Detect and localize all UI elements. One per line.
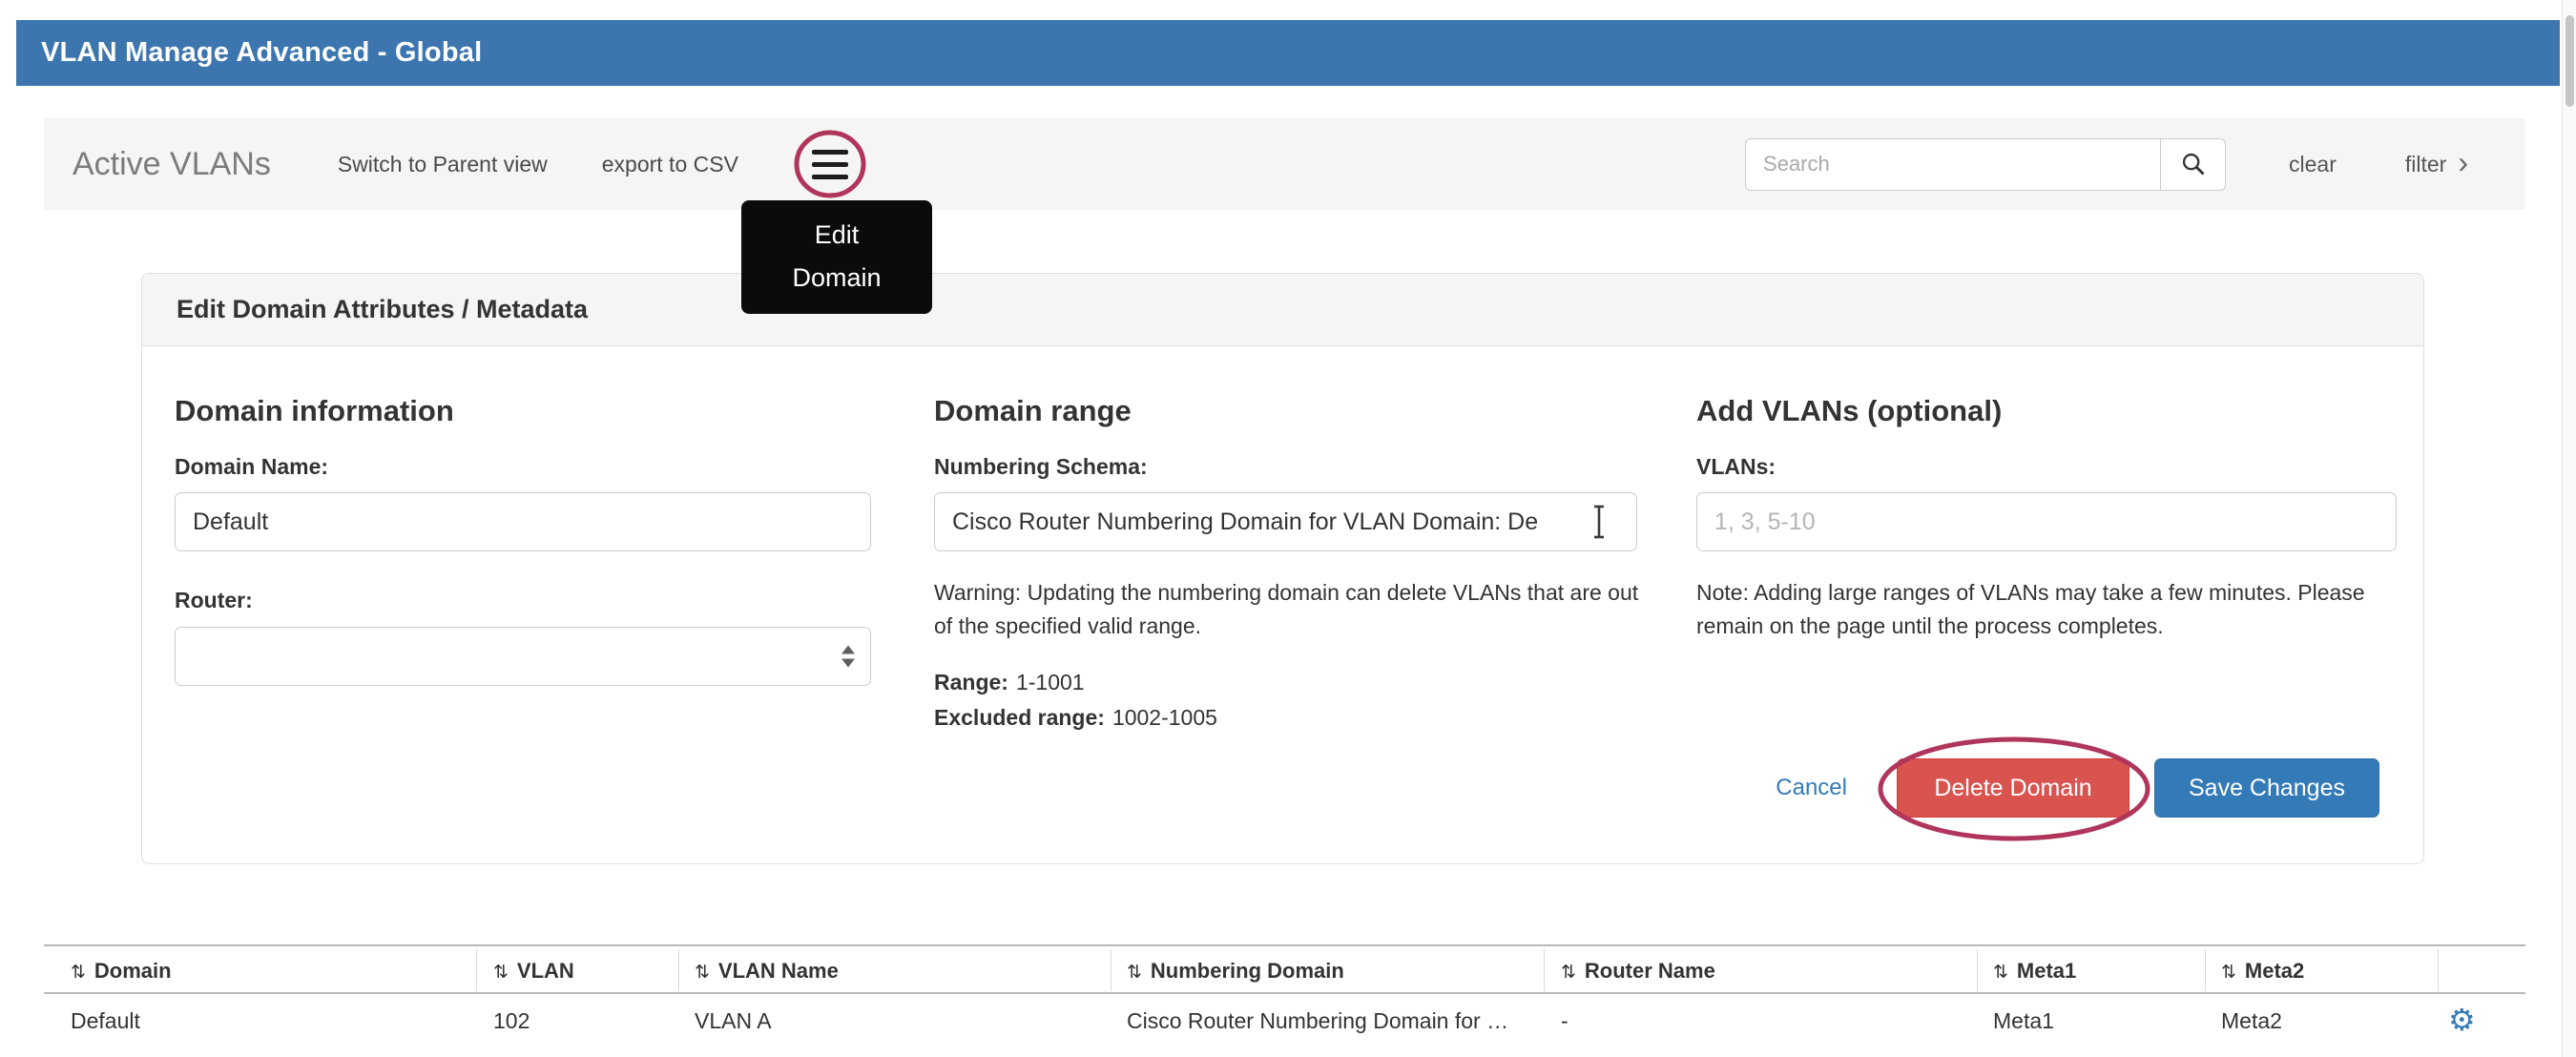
range-label: Range: — [934, 670, 1008, 694]
column-divider — [476, 949, 477, 991]
range-value: 1-1001 — [1016, 670, 1085, 694]
vlans-label: VLANs: — [1696, 454, 1776, 480]
titlebar: VLAN Manage Advanced - Global — [16, 20, 2560, 86]
col-header-vlan-name[interactable]: ⇅VLAN Name — [695, 959, 839, 984]
add-vlans-heading: Add VLANs (optional) — [1696, 394, 2002, 428]
edit-domain-tooltip: Edit Domain — [741, 200, 932, 314]
cell-vlan: 102 — [493, 1008, 530, 1034]
column-divider — [1544, 949, 1545, 991]
save-changes-button[interactable]: Save Changes — [2154, 758, 2379, 818]
text-cursor-icon — [1590, 504, 1608, 540]
col-header-numbering-domain[interactable]: ⇅Numbering Domain — [1127, 959, 1344, 984]
search-icon — [2180, 151, 2207, 177]
sort-icon: ⇅ — [71, 963, 86, 983]
table-row[interactable]: Default 102 VLAN A Cisco Router Numberin… — [44, 994, 2525, 1047]
cell-meta1: Meta1 — [1993, 1008, 2054, 1034]
search-group — [1745, 138, 2226, 191]
column-divider — [2205, 949, 2206, 991]
sort-icon: ⇅ — [1561, 963, 1576, 983]
sort-icon: ⇅ — [1993, 963, 2008, 983]
col-header-router-name[interactable]: ⇅Router Name — [1561, 959, 1715, 984]
search-input[interactable] — [1745, 138, 2161, 191]
select-stepper-icon — [841, 646, 855, 668]
filter-label: filter — [2405, 152, 2446, 177]
page-title: VLAN Manage Advanced - Global — [41, 37, 482, 69]
delete-domain-button[interactable]: Delete Domain — [1897, 758, 2129, 818]
scrollbar-thumb[interactable] — [2566, 15, 2574, 107]
save-changes-label: Save Changes — [2189, 775, 2345, 802]
column-divider — [2438, 949, 2439, 991]
panel-actions: Cancel Delete Domain Save Changes — [1776, 758, 2379, 818]
sort-icon: ⇅ — [1127, 963, 1142, 983]
hamburger-menu-icon[interactable] — [812, 146, 848, 183]
vlan-table: ⇅Domain ⇅VLAN ⇅VLAN Name ⇅Numbering Doma… — [44, 944, 2525, 1047]
toolbar: Active VLANs Switch to Parent view expor… — [44, 118, 2525, 210]
vlans-note-text: Note: Adding large ranges of VLANs may t… — [1696, 576, 2421, 643]
sort-icon: ⇅ — [493, 963, 509, 983]
export-csv-link[interactable]: export to CSV — [602, 152, 738, 177]
column-divider — [678, 949, 679, 991]
numbering-schema-label: Numbering Schema: — [934, 454, 1148, 480]
cell-domain: Default — [71, 1008, 140, 1034]
domain-information-heading: Domain information — [175, 394, 454, 428]
switch-parent-view-link[interactable]: Switch to Parent view — [338, 152, 548, 177]
vertical-scrollbar[interactable] — [2562, 0, 2576, 1057]
edit-domain-menu-wrap — [793, 129, 867, 199]
cell-numbering-domain: Cisco Router Numbering Domain for … — [1127, 1008, 1508, 1034]
domain-information-section: Domain information Domain Name: Router: — [175, 274, 871, 863]
cell-router-name: - — [1561, 1008, 1568, 1034]
col-header-meta2[interactable]: ⇅Meta2 — [2221, 959, 2304, 984]
cancel-link[interactable]: Cancel — [1776, 775, 1847, 801]
edit-domain-panel: Edit Domain Attributes / Metadata Domain… — [141, 273, 2424, 864]
tooltip-line-2: Domain — [741, 257, 932, 300]
delete-domain-label: Delete Domain — [1934, 775, 2091, 802]
toolbar-left: Active VLANs Switch to Parent view expor… — [44, 129, 867, 199]
clear-link[interactable]: clear — [2289, 152, 2337, 177]
cell-vlan-name: VLAN A — [695, 1008, 772, 1034]
search-button[interactable] — [2160, 138, 2226, 191]
gear-icon[interactable]: ⚙ — [2448, 1002, 2476, 1038]
range-line: Range: 1-1001 — [934, 670, 1085, 695]
excluded-range-value: 1002-1005 — [1112, 705, 1217, 730]
sort-icon: ⇅ — [695, 963, 710, 983]
domain-range-section: Domain range Numbering Schema: Warning: … — [934, 274, 1637, 863]
sort-icon: ⇅ — [2221, 963, 2236, 983]
col-header-domain[interactable]: ⇅Domain — [71, 959, 172, 984]
chevron-right-icon: › — [2458, 153, 2468, 172]
domain-name-input[interactable] — [175, 492, 871, 551]
excluded-range-line: Excluded range: 1002-1005 — [934, 705, 1217, 731]
tooltip-line-1: Edit — [741, 214, 932, 257]
numbering-schema-input[interactable] — [934, 492, 1637, 551]
table-header: ⇅Domain ⇅VLAN ⇅VLAN Name ⇅Numbering Doma… — [44, 944, 2525, 994]
filter-link[interactable]: filter › — [2405, 152, 2468, 177]
domain-name-label: Domain Name: — [175, 454, 328, 480]
active-vlans-heading: Active VLANs — [73, 146, 271, 183]
numbering-warning-text: Warning: Updating the numbering domain c… — [934, 576, 1645, 643]
vlans-input[interactable] — [1696, 492, 2397, 551]
page: VLAN Manage Advanced - Global Active VLA… — [0, 0, 2576, 1057]
column-divider — [1977, 949, 1978, 991]
excluded-range-label: Excluded range: — [934, 705, 1105, 730]
router-select[interactable] — [175, 627, 871, 686]
cell-meta2: Meta2 — [2221, 1008, 2282, 1034]
col-header-meta1[interactable]: ⇅Meta1 — [1993, 959, 2076, 984]
toolbar-right: clear filter › — [1745, 138, 2468, 191]
router-label: Router: — [175, 588, 253, 613]
domain-range-heading: Domain range — [934, 394, 1132, 428]
col-header-vlan[interactable]: ⇅VLAN — [493, 959, 574, 984]
